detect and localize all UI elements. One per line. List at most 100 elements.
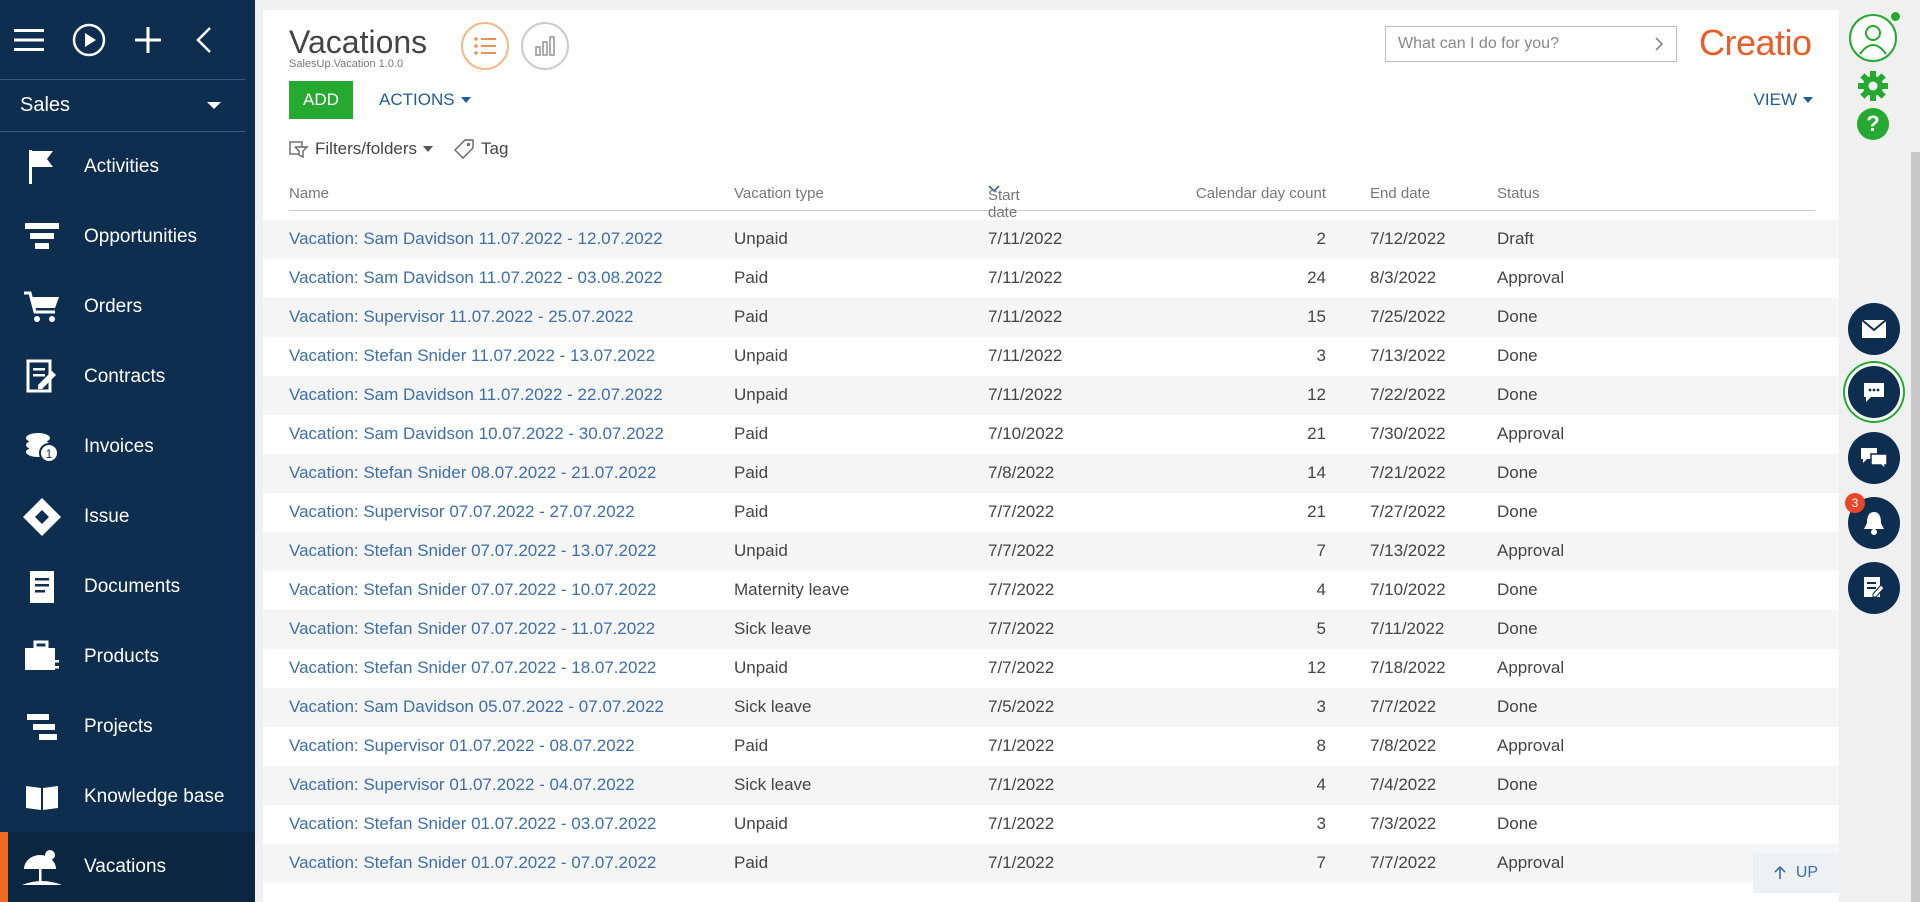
sidebar-item-invoices[interactable]: 1 Invoices xyxy=(0,412,255,482)
help-icon[interactable]: ? xyxy=(1857,108,1889,140)
vacation-type-cell: Paid xyxy=(734,736,769,755)
table-row[interactable]: Vacation: Stefan Snider 11.07.2022 - 13.… xyxy=(263,337,1839,376)
column-header-calendar-day-count[interactable]: Calendar day count xyxy=(1177,185,1326,202)
start-date-cell: 7/7/2022 xyxy=(988,619,1055,638)
right-rail: ? 3 xyxy=(1839,0,1920,902)
table-row[interactable]: Vacation: Stefan Snider 01.07.2022 - 03.… xyxy=(263,805,1839,844)
table-row[interactable]: Vacation: Supervisor 01.07.2022 - 08.07.… xyxy=(263,727,1839,766)
end-date-cell: 7/7/2022 xyxy=(1370,697,1437,716)
day-count-cell: 3 xyxy=(1316,346,1326,365)
vacation-name-link[interactable]: Vacation: Stefan Snider 11.07.2022 - 13.… xyxy=(289,346,655,366)
document-icon xyxy=(0,569,84,605)
vacation-type-cell: Paid xyxy=(734,268,769,287)
user-icon xyxy=(1859,25,1887,55)
table-row[interactable]: Vacation: Stefan Snider 07.07.2022 - 13.… xyxy=(263,532,1839,571)
table-row[interactable]: Vacation: Supervisor 11.07.2022 - 25.07.… xyxy=(263,298,1839,337)
column-header-end-date[interactable]: End date xyxy=(1370,185,1430,202)
email-button[interactable] xyxy=(1848,303,1900,355)
sidebar-item-knowledge-base[interactable]: Knowledge base xyxy=(0,762,255,832)
vacation-name-link[interactable]: Vacation: Sam Davidson 11.07.2022 - 12.0… xyxy=(289,229,663,249)
vacation-name-link[interactable]: Vacation: Supervisor 01.07.2022 - 08.07.… xyxy=(289,736,635,756)
briefcase-icon xyxy=(0,640,84,674)
add-button[interactable]: ADD xyxy=(289,81,353,119)
settings-gear-icon[interactable] xyxy=(1857,70,1889,107)
view-menu-button[interactable]: VIEW xyxy=(1754,90,1813,110)
vacation-name-link[interactable]: Vacation: Stefan Snider 07.07.2022 - 11.… xyxy=(289,619,655,639)
column-header-start-date[interactable]: Start date xyxy=(988,185,1020,221)
vacation-type-cell: Paid xyxy=(734,502,769,521)
chart-view-toggle[interactable] xyxy=(521,22,569,70)
vacation-name-link[interactable]: Vacation: Stefan Snider 08.07.2022 - 21.… xyxy=(289,463,656,483)
table-body: Vacation: Sam Davidson 11.07.2022 - 12.0… xyxy=(263,220,1839,883)
vacation-name-link[interactable]: Vacation: Supervisor 07.07.2022 - 27.07.… xyxy=(289,502,635,522)
tasks-button[interactable] xyxy=(1848,562,1900,614)
table-row[interactable]: Vacation: Supervisor 07.07.2022 - 27.07.… xyxy=(263,493,1839,532)
vacation-name-link[interactable]: Vacation: Supervisor 01.07.2022 - 04.07.… xyxy=(289,775,635,795)
column-header-name[interactable]: Name xyxy=(289,185,329,202)
table-row[interactable]: Vacation: Stefan Snider 07.07.2022 - 11.… xyxy=(263,610,1839,649)
process-play-icon[interactable] xyxy=(72,21,106,59)
day-count-cell: 4 xyxy=(1316,580,1326,599)
vacation-name-link[interactable]: Vacation: Sam Davidson 05.07.2022 - 07.0… xyxy=(289,697,664,717)
view-label: VIEW xyxy=(1753,90,1797,109)
menu-icon[interactable] xyxy=(14,21,44,59)
list-view-toggle[interactable] xyxy=(461,22,509,70)
start-date-cell: 7/1/2022 xyxy=(988,853,1055,872)
vacation-name-link[interactable]: Vacation: Stefan Snider 01.07.2022 - 07.… xyxy=(289,853,656,873)
sidebar-item-products[interactable]: Products xyxy=(0,622,255,692)
table-row[interactable]: Vacation: Sam Davidson 11.07.2022 - 03.0… xyxy=(263,259,1839,298)
vacation-name-link[interactable]: Vacation: Sam Davidson 11.07.2022 - 22.0… xyxy=(289,385,663,405)
vacation-name-link[interactable]: Vacation: Stefan Snider 07.07.2022 - 18.… xyxy=(289,658,656,678)
command-search-input[interactable]: What can I do for you? xyxy=(1385,26,1677,62)
sidebar-item-label: Invoices xyxy=(84,436,154,457)
table-row[interactable]: Vacation: Sam Davidson 11.07.2022 - 12.0… xyxy=(263,220,1839,259)
table-row[interactable]: Vacation: Supervisor 01.07.2022 - 04.07.… xyxy=(263,766,1839,805)
table-row[interactable]: Vacation: Stefan Snider 01.07.2022 - 07.… xyxy=(263,844,1839,883)
sidebar-item-documents[interactable]: Documents xyxy=(0,552,255,622)
day-count-cell: 4 xyxy=(1316,775,1326,794)
user-avatar[interactable] xyxy=(1849,14,1897,62)
plus-icon[interactable] xyxy=(134,21,162,59)
end-date-cell: 8/3/2022 xyxy=(1370,268,1437,287)
day-count-cell: 12 xyxy=(1307,658,1326,677)
sidebar-item-projects[interactable]: Projects xyxy=(0,692,255,762)
column-header-vacation-type[interactable]: Vacation type xyxy=(734,185,824,202)
vacation-type-cell: Paid xyxy=(734,463,769,482)
filters-label: Filters/folders xyxy=(315,139,418,158)
chevron-right-icon[interactable] xyxy=(1654,36,1664,52)
sidebar-item-vacations[interactable]: Vacations xyxy=(0,832,255,902)
table-row[interactable]: Vacation: Stefan Snider 07.07.2022 - 18.… xyxy=(263,649,1839,688)
vacation-name-link[interactable]: Vacation: Supervisor 11.07.2022 - 25.07.… xyxy=(289,307,633,327)
sidebar-item-issue[interactable]: Issue xyxy=(0,482,255,552)
sidebar-item-activities[interactable]: Activities xyxy=(0,132,255,202)
workplace-selector[interactable]: Sales xyxy=(0,80,245,132)
vacation-type-cell: Unpaid xyxy=(734,346,788,365)
feed-button[interactable] xyxy=(1848,432,1900,484)
list-icon xyxy=(474,37,496,55)
start-date-cell: 7/11/2022 xyxy=(988,307,1063,326)
bar-chart-icon xyxy=(535,36,555,56)
scroll-up-button[interactable]: UP xyxy=(1753,853,1839,893)
column-header-status[interactable]: Status xyxy=(1497,185,1540,202)
chat-button[interactable] xyxy=(1848,366,1900,418)
sidebar-item-contracts[interactable]: Contracts xyxy=(0,342,255,412)
envelope-icon xyxy=(1861,319,1887,338)
vacation-name-link[interactable]: Vacation: Stefan Snider 01.07.2022 - 03.… xyxy=(289,814,656,834)
table-row[interactable]: Vacation: Sam Davidson 10.07.2022 - 30.0… xyxy=(263,415,1839,454)
status-cell: Done xyxy=(1497,346,1538,365)
table-row[interactable]: Vacation: Stefan Snider 08.07.2022 - 21.… xyxy=(263,454,1839,493)
table-row[interactable]: Vacation: Stefan Snider 07.07.2022 - 10.… xyxy=(263,571,1839,610)
sidebar-item-orders[interactable]: Orders xyxy=(0,272,255,342)
collapse-chevron-icon[interactable] xyxy=(190,21,217,59)
table-row[interactable]: Vacation: Sam Davidson 11.07.2022 - 22.0… xyxy=(263,376,1839,415)
vacation-name-link[interactable]: Vacation: Stefan Snider 07.07.2022 - 10.… xyxy=(289,580,656,600)
vacation-name-link[interactable]: Vacation: Sam Davidson 11.07.2022 - 03.0… xyxy=(289,268,663,288)
actions-menu-button[interactable]: ACTIONS xyxy=(379,90,471,110)
tag-button[interactable]: Tag xyxy=(453,138,508,160)
vacation-name-link[interactable]: Vacation: Sam Davidson 10.07.2022 - 30.0… xyxy=(289,424,664,444)
filters-folders-button[interactable]: Filters/folders xyxy=(289,139,434,159)
vacation-name-link[interactable]: Vacation: Stefan Snider 07.07.2022 - 13.… xyxy=(289,541,656,561)
table-row[interactable]: Vacation: Sam Davidson 05.07.2022 - 07.0… xyxy=(263,688,1839,727)
scrollbar[interactable] xyxy=(1911,152,1920,902)
sidebar-item-opportunities[interactable]: Opportunities xyxy=(0,202,255,272)
